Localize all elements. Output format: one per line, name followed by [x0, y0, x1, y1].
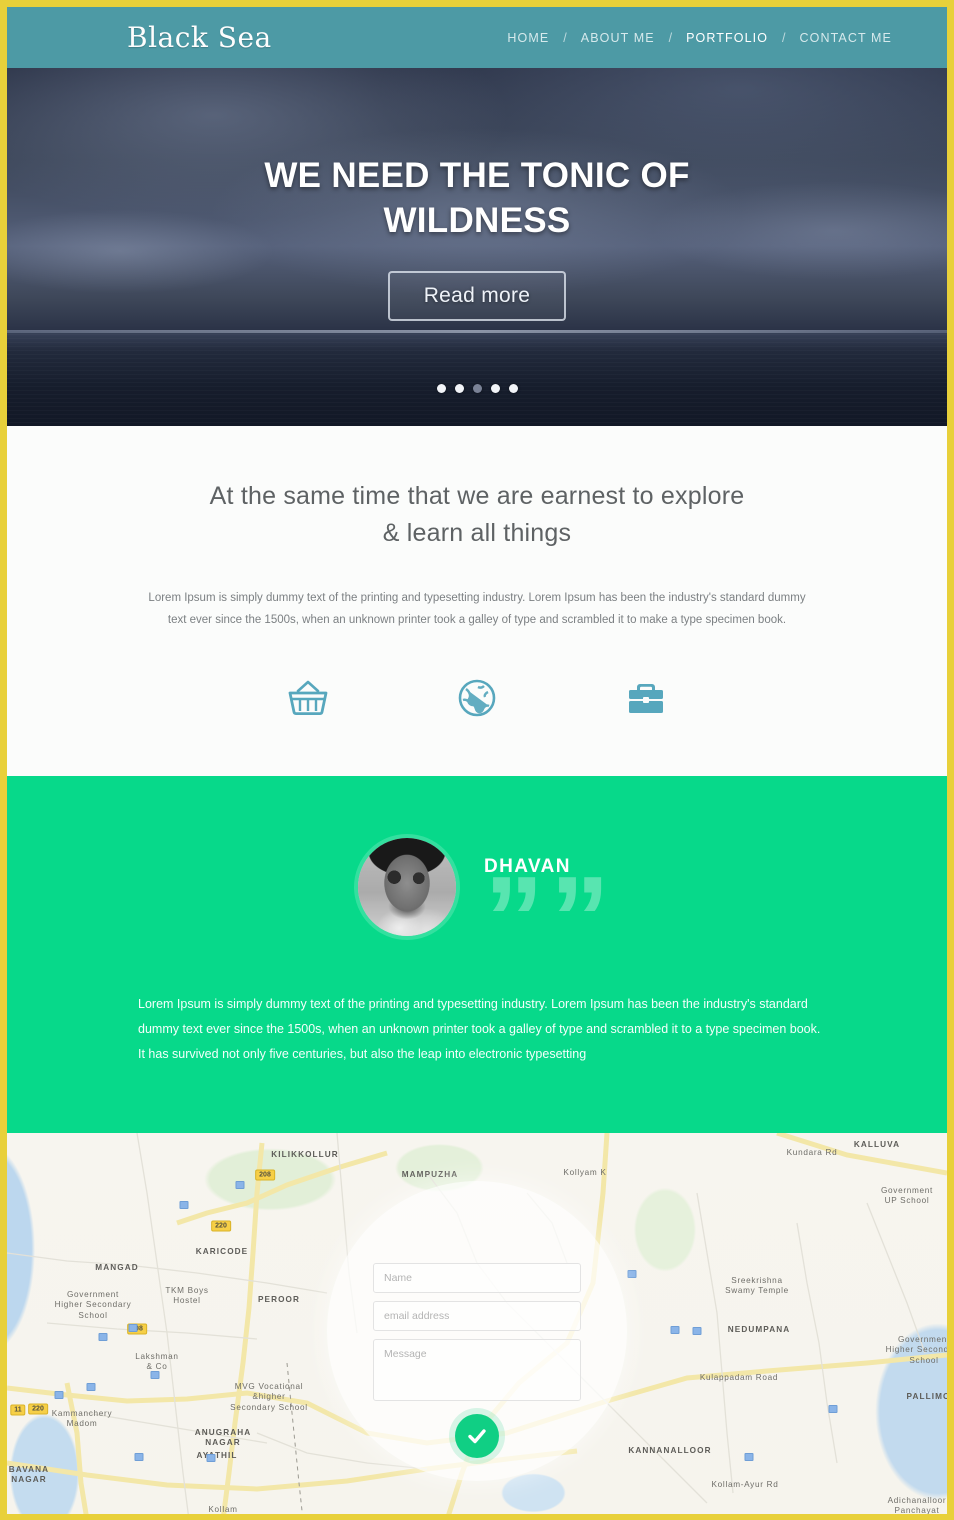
briefcase-icon[interactable]	[625, 678, 667, 718]
map-section[interactable]: KILIKKOLLUR MAMPUZHA Kundara Rd Kollyam K KA…	[7, 1133, 947, 1514]
map-transit-marker	[128, 1324, 138, 1333]
map-transit-marker	[179, 1201, 189, 1210]
submit-row	[373, 1414, 581, 1459]
map-transit-marker	[150, 1371, 160, 1380]
page-root: Black Sea HOME / ABOUT ME / PORTFOLIO / CONTAC…	[0, 0, 954, 1520]
nav-item-contact-me[interactable]: CONTACT ME	[790, 31, 902, 45]
slider-dot[interactable]	[454, 384, 464, 393]
testimonial-header: DHAVAN ””	[7, 837, 947, 986]
intro-section: At the same time that we are earnest to …	[7, 426, 947, 776]
nav-item-portfolio[interactable]: PORTFOLIO	[676, 31, 778, 45]
intro-heading-line-2: & learn all things	[382, 519, 572, 547]
map-transit-marker	[86, 1383, 96, 1392]
map-route-shield: 220	[211, 1220, 231, 1232]
map-route-shield: 220	[28, 1403, 48, 1415]
globe-icon[interactable]	[457, 678, 497, 718]
map-transit-marker	[627, 1270, 637, 1279]
testimonial-text: Lorem Ipsum is simply dummy text of the …	[138, 997, 821, 1062]
map-transit-marker	[692, 1327, 702, 1336]
nav-item-about-me[interactable]: ABOUT ME	[571, 31, 665, 45]
main-navigation: HOME / ABOUT ME / PORTFOLIO / CONTACT ME	[497, 31, 902, 45]
read-more-button[interactable]: Read more	[387, 270, 567, 321]
slider-dot[interactable]	[472, 384, 482, 393]
hero-content: WE NEED THE TONIC OF WILDNESS Read more	[7, 68, 947, 321]
site-logo[interactable]: Black Sea	[127, 21, 272, 54]
slider-dot[interactable]	[490, 384, 500, 393]
map-transit-marker	[206, 1454, 216, 1463]
slider-dot[interactable]	[508, 384, 518, 393]
avatar	[358, 837, 456, 936]
map-transit-marker	[98, 1333, 108, 1342]
slider-dot[interactable]	[436, 384, 446, 393]
map-transit-marker	[134, 1453, 144, 1462]
check-icon	[468, 1429, 486, 1444]
testimonial-meta: DHAVAN ””	[484, 838, 616, 986]
map-route-shield: 11	[10, 1404, 26, 1416]
site-header: Black Sea HOME / ABOUT ME / PORTFOLIO / CONTAC…	[7, 7, 947, 68]
name-input[interactable]	[373, 1263, 581, 1294]
testimonial-section: DHAVAN ”” Lorem Ipsum is simply dummy te…	[7, 775, 947, 1134]
intro-heading: At the same time that we are earnest to …	[197, 478, 757, 552]
intro-paragraph: Lorem Ipsum is simply dummy text of the …	[148, 592, 806, 627]
service-icons	[7, 678, 947, 718]
quote-mark-icon: ””	[484, 851, 616, 986]
map-transit-marker	[828, 1405, 838, 1414]
nav-separator: /	[668, 30, 673, 45]
nav-item-home[interactable]: HOME	[497, 31, 559, 45]
email-input[interactable]	[373, 1301, 581, 1332]
map-transit-marker	[235, 1181, 245, 1190]
map-route-shield: 208	[255, 1169, 275, 1181]
hero-sea-image	[7, 330, 947, 426]
nav-separator: /	[782, 30, 786, 45]
map-transit-marker	[744, 1453, 754, 1462]
message-input[interactable]	[373, 1339, 581, 1402]
hero-slider: WE NEED THE TONIC OF WILDNESS Read more	[7, 68, 947, 426]
intro-heading-line-1: At the same time that we are earnest to …	[209, 482, 745, 510]
slider-dots	[7, 384, 947, 393]
contact-form[interactable]	[373, 1263, 581, 1459]
nav-separator: /	[563, 30, 567, 45]
map-transit-marker	[54, 1391, 64, 1400]
shopping-basket-icon[interactable]	[287, 678, 329, 718]
map-transit-marker	[670, 1326, 680, 1335]
avatar-photo	[358, 837, 456, 936]
hero-title: WE NEED THE TONIC OF WILDNESS	[264, 156, 690, 240]
submit-button[interactable]	[455, 1414, 499, 1459]
